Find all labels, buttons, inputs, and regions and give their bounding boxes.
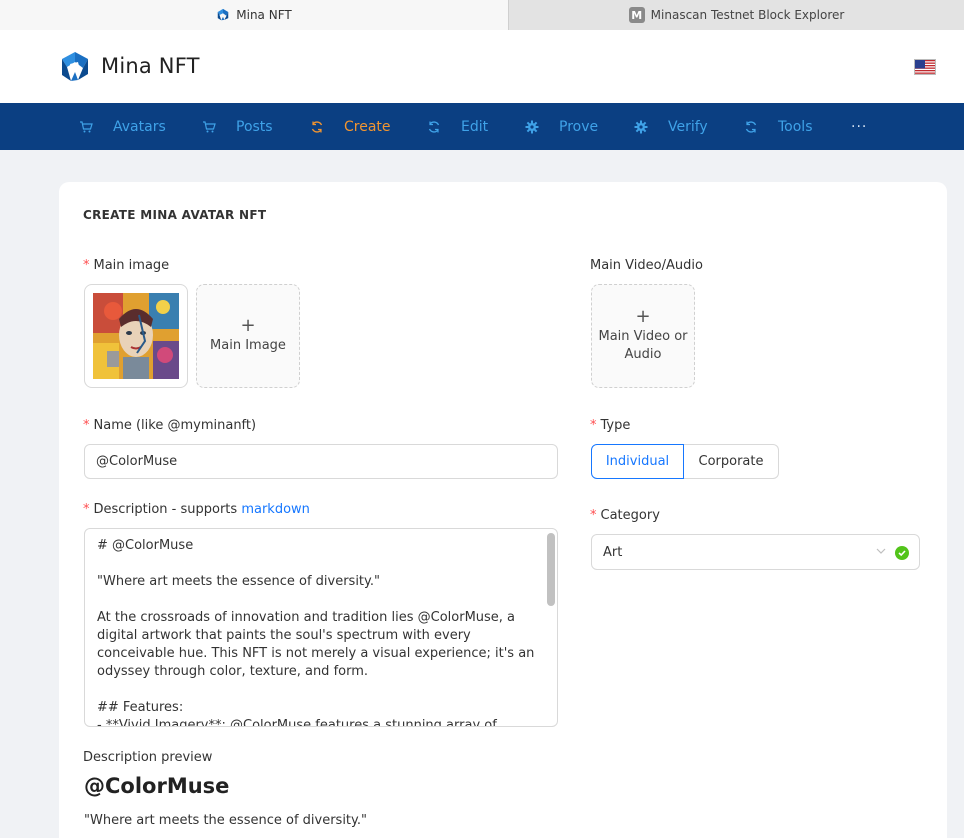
main-video-upload[interactable]: + Main Video or Audio — [591, 284, 695, 388]
nav-item-label: Verify — [668, 118, 708, 135]
upload-label: Main Image — [210, 338, 286, 353]
browser-tab-label: Minascan Testnet Block Explorer — [650, 8, 845, 22]
chevron-down-icon — [876, 548, 886, 554]
nav-item-label: Prove — [559, 118, 599, 135]
required-marker: * — [590, 418, 597, 433]
description-textarea[interactable]: # @ColorMuse "Where art meets the essenc… — [84, 528, 558, 727]
browser-tab-mina-nft[interactable]: Mina NFT — [0, 0, 509, 30]
browser-tab-minascan[interactable]: M Minascan Testnet Block Explorer — [509, 0, 964, 30]
type-label: * Type — [590, 418, 630, 433]
nav-item-tools[interactable]: Tools — [744, 103, 813, 150]
description-label: * Description - supports markdown — [83, 502, 310, 517]
check-circle-icon — [895, 546, 909, 560]
upload-label: Main Video or Audio — [598, 329, 688, 362]
description-preview-label: Description preview — [83, 750, 213, 765]
brand-name[interactable]: Mina NFT — [101, 54, 200, 78]
cart-icon — [79, 120, 93, 134]
type-segmented-control: Individual Corporate — [591, 444, 779, 479]
description-label-text: Description - supports — [93, 502, 242, 517]
main-nav: Avatars Posts Create Edit Prove Verify T… — [0, 103, 964, 150]
nav-item-label: Posts — [236, 118, 273, 135]
required-marker: * — [83, 258, 90, 273]
type-label-text: Type — [600, 418, 631, 433]
nav-more-button[interactable]: ··· — [851, 103, 867, 150]
category-select[interactable]: Art — [591, 534, 920, 570]
mina-logo-icon — [218, 8, 229, 21]
preview-quote: "Where art meets the essence of diversit… — [84, 813, 367, 828]
nav-item-label: Avatars — [113, 118, 166, 135]
mina-logo-icon[interactable] — [59, 51, 91, 83]
nav-item-label: Edit — [461, 118, 489, 135]
gear-icon — [525, 120, 539, 134]
required-marker: * — [590, 508, 597, 523]
category-label: * Category — [590, 508, 660, 523]
nav-item-label: Create — [344, 118, 391, 135]
main-video-label: Main Video/Audio — [590, 258, 703, 273]
main-image-label-text: Main image — [93, 258, 170, 273]
sync-icon — [310, 120, 324, 134]
sync-icon — [744, 120, 758, 134]
textarea-scrollbar[interactable] — [547, 533, 555, 606]
name-label: * Name (like @myminanft) — [83, 418, 256, 433]
type-option-corporate[interactable]: Corporate — [684, 444, 779, 479]
main-image-label: * Main image — [83, 258, 169, 273]
nav-item-create[interactable]: Create — [310, 103, 391, 150]
plus-icon: + — [635, 306, 651, 327]
nav-item-verify[interactable]: Verify — [634, 103, 708, 150]
browser-tab-label: Mina NFT — [236, 8, 292, 22]
nav-item-prove[interactable]: Prove — [525, 103, 598, 150]
category-label-text: Category — [600, 508, 660, 523]
type-option-individual[interactable]: Individual — [591, 444, 684, 479]
required-marker: * — [83, 502, 90, 517]
nav-item-edit[interactable]: Edit — [427, 103, 488, 150]
main-image-thumbnail[interactable] — [84, 284, 188, 388]
nav-item-label: Tools — [778, 118, 813, 135]
required-marker: * — [83, 418, 90, 433]
artwork-image — [93, 293, 179, 379]
description-textarea-value: # @ColorMuse "Where art meets the essenc… — [97, 538, 535, 727]
us-flag-icon[interactable] — [914, 59, 936, 75]
nav-item-avatars[interactable]: Avatars — [79, 103, 166, 150]
category-select-value: Art — [603, 544, 623, 560]
minascan-m-icon: M — [628, 7, 645, 23]
name-input[interactable]: @ColorMuse — [84, 444, 558, 479]
name-input-value: @ColorMuse — [96, 454, 178, 469]
name-label-text: Name (like @myminanft) — [93, 418, 257, 433]
preview-heading: @ColorMuse — [84, 774, 230, 798]
sync-icon — [427, 120, 441, 134]
create-avatar-card: CREATE MINA AVATAR NFT * Main image + Mai… — [59, 182, 947, 838]
page-title: CREATE MINA AVATAR NFT — [83, 208, 267, 222]
markdown-link[interactable]: markdown — [241, 502, 310, 517]
nav-item-posts[interactable]: Posts — [202, 103, 273, 150]
plus-icon: + — [240, 315, 256, 336]
gear-icon — [634, 120, 648, 134]
main-image-upload[interactable]: + Main Image — [196, 284, 300, 388]
app-header: Mina NFT — [0, 30, 964, 103]
cart-icon — [202, 120, 216, 134]
browser-tab-bar: Mina NFT M Minascan Testnet Block Explor… — [0, 0, 964, 30]
